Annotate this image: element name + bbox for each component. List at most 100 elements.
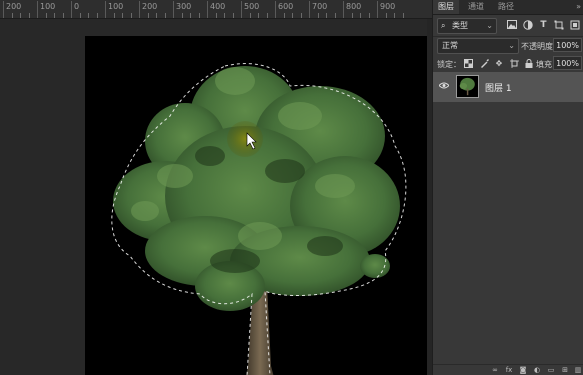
fx-icon[interactable]: fx: [505, 366, 513, 374]
ruler-major-tick: [241, 1, 242, 18]
lock-position-icon[interactable]: ✥: [494, 59, 504, 69]
ruler-minor-tick: [266, 13, 268, 18]
mask-icon[interactable]: ◙: [519, 366, 527, 374]
ruler-minor-tick: [20, 13, 21, 18]
search-icon: ⌕: [441, 21, 446, 30]
ruler-major-tick: [275, 1, 276, 18]
ruler-major-tick: [139, 1, 140, 18]
new-layer-icon[interactable]: ⊞: [561, 366, 569, 374]
adjustment-filter-icon[interactable]: [522, 20, 533, 31]
ruler-minor-tick: [334, 13, 336, 18]
tree-image: [111, 63, 407, 375]
ruler-minor-tick: [326, 13, 327, 18]
layer-thumbnail[interactable]: [456, 75, 479, 98]
ruler-minor-tick: [62, 13, 64, 18]
tree-thumbnail-image: [457, 76, 478, 97]
ruler-label: 200: [6, 2, 22, 11]
ruler-minor-tick: [122, 13, 123, 18]
lock-row: 锁定： ✥ 填充： 100%: [433, 56, 583, 72]
filter-type-select[interactable]: ⌕ 类型 ⌄: [437, 18, 497, 34]
ruler-minor-tick: [385, 13, 387, 18]
blend-row: 正常 ⌄ 不透明度： 100%: [433, 37, 583, 55]
ruler-label: 800: [346, 2, 362, 11]
ruler-label: 300: [176, 2, 192, 11]
ruler-label: 100: [108, 2, 124, 11]
ruler-minor-tick: [232, 13, 234, 18]
ruler-minor-tick: [96, 13, 98, 18]
ruler-minor-tick: [368, 13, 370, 18]
horizontal-ruler[interactable]: 200 100 0 100 200 300 400 500 600 700 800 900: [0, 0, 432, 19]
ruler-major-tick: [377, 1, 378, 18]
ruler-minor-tick: [351, 13, 353, 18]
image-filter-icon[interactable]: [506, 20, 517, 31]
smart-object-filter-icon[interactable]: [569, 20, 580, 31]
collapse-panel-icon[interactable]: »: [576, 0, 581, 14]
ruler-minor-tick: [198, 13, 200, 18]
eye-icon[interactable]: [438, 82, 450, 92]
tab-channels[interactable]: 通道: [463, 0, 489, 14]
ruler-minor-tick: [130, 13, 132, 18]
ruler-label: 700: [312, 2, 328, 11]
ruler-label: 500: [244, 2, 260, 11]
ruler-minor-tick: [88, 13, 89, 18]
lock-artboard-icon[interactable]: [509, 59, 519, 69]
ruler-major-tick: [3, 1, 4, 18]
ruler-minor-tick: [156, 13, 157, 18]
shape-filter-icon[interactable]: [553, 20, 564, 31]
opacity-input[interactable]: 100%: [553, 38, 582, 52]
fill-input[interactable]: 100%: [553, 56, 582, 70]
ruler-minor-tick: [11, 13, 13, 18]
lock-image-pixels-icon[interactable]: [479, 59, 489, 69]
ruler-major-tick: [71, 1, 72, 18]
adjustment-icon[interactable]: ◐: [533, 366, 541, 374]
ruler-label: 900: [380, 2, 396, 11]
ruler-minor-tick: [113, 13, 115, 18]
chevron-down-icon: ⌄: [486, 21, 493, 30]
ruler-minor-tick: [402, 13, 404, 18]
ruler-minor-tick: [215, 13, 217, 18]
group-icon[interactable]: ▭: [547, 366, 555, 374]
ruler-minor-tick: [181, 13, 183, 18]
trash-icon[interactable]: ▥: [574, 366, 582, 374]
ruler-major-tick: [343, 1, 344, 18]
lock-all-icon[interactable]: [524, 59, 534, 69]
ruler-major-tick: [105, 1, 106, 18]
ruler-minor-tick: [283, 13, 285, 18]
tab-paths[interactable]: 路径: [493, 0, 519, 14]
ruler-label: 600: [278, 2, 294, 11]
layer-filter-row: ⌕ 类型 ⌄ T: [433, 17, 583, 35]
ruler-label: 0: [74, 2, 80, 11]
ruler-label: 100: [40, 2, 56, 11]
ruler-label: 200: [142, 2, 158, 11]
layer-item[interactable]: 图层 1: [433, 72, 583, 102]
ruler-minor-tick: [54, 13, 55, 18]
ruler-minor-tick: [292, 13, 293, 18]
ruler-minor-tick: [258, 13, 259, 18]
lock-label: 锁定：: [437, 60, 461, 69]
canvas-workspace[interactable]: [0, 19, 432, 375]
panel-tab-bar: 图层 通道 路径 »: [433, 0, 583, 15]
chevron-down-icon: ⌄: [508, 41, 515, 50]
ruler-minor-tick: [317, 13, 319, 18]
ruler-minor-tick: [190, 13, 191, 18]
ruler-major-tick: [37, 1, 38, 18]
ruler-major-tick: [309, 1, 310, 18]
brush-spot: [227, 121, 263, 157]
ruler-minor-tick: [28, 13, 30, 18]
layer-name[interactable]: 图层 1: [485, 81, 512, 94]
ruler-minor-tick: [164, 13, 166, 18]
ruler-label: 400: [210, 2, 226, 11]
ruler-minor-tick: [300, 13, 302, 18]
ruler-minor-tick: [360, 13, 361, 18]
link-icon[interactable]: ∞: [491, 366, 499, 374]
document-canvas[interactable]: [85, 36, 428, 375]
blend-mode-select[interactable]: 正常 ⌄: [437, 38, 519, 54]
ruler-minor-tick: [147, 13, 149, 18]
type-filter-icon[interactable]: T: [538, 20, 549, 31]
tab-layers[interactable]: 图层: [433, 0, 459, 14]
ruler-minor-tick: [79, 13, 81, 18]
ruler-major-tick: [207, 1, 208, 18]
lock-transparent-pixels-icon[interactable]: [463, 59, 473, 69]
layers-panel: 图层 通道 路径 » ⌕ 类型 ⌄ T 正常 ⌄ 不透明度： 100% 锁定： …: [432, 0, 583, 375]
ruler-major-tick: [173, 1, 174, 18]
